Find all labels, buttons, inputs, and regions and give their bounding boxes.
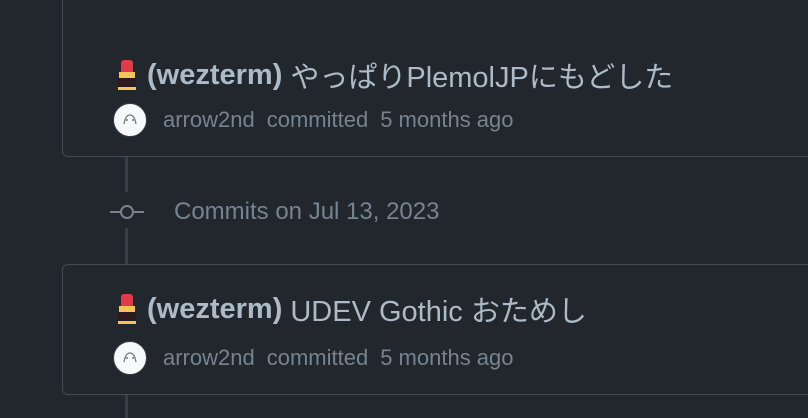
avatar[interactable] — [113, 103, 147, 137]
timeline-line-segment — [125, 228, 128, 264]
commit-time: 5 months ago — [380, 345, 514, 370]
group-label: Commits on Jul 13, 2023 — [174, 198, 440, 225]
user-avatar-icon — [118, 108, 142, 132]
commit-meta: arrow2nd committed 5 months ago — [113, 103, 514, 137]
commit-title-prefix: (wezterm) — [147, 58, 283, 91]
lipstick-icon — [115, 292, 139, 326]
avatar[interactable] — [113, 341, 147, 375]
timeline-line-segment — [125, 157, 128, 192]
commit-message: UDEV Gothic おためし — [290, 296, 587, 328]
commit-meta: arrow2nd committed 5 months ago — [113, 341, 514, 375]
commit-group-header: Commits on Jul 13, 2023 — [110, 195, 439, 229]
commit-action: committed — [266, 345, 369, 370]
commit-title[interactable]: (wezterm) やっぱりPlemolJPにもどした — [115, 54, 673, 96]
commit-time: 5 months ago — [380, 107, 514, 132]
git-commit-icon — [110, 195, 144, 229]
user-avatar-icon — [118, 346, 142, 370]
commit-message: やっぱりPlemolJPにもどした — [290, 62, 674, 94]
commit-author[interactable]: arrow2nd — [163, 107, 255, 133]
timeline-line-segment — [125, 395, 128, 418]
lipstick-icon — [115, 58, 139, 92]
commit-title[interactable]: (wezterm) UDEV Gothic おためし — [115, 288, 587, 330]
commit-card: (wezterm) やっぱりPlemolJPにもどした arrow2nd com… — [62, 0, 808, 157]
commit-title-prefix: (wezterm) — [147, 292, 283, 325]
commit-action: committed — [266, 107, 369, 132]
commit-author[interactable]: arrow2nd — [163, 345, 255, 371]
commit-card: (wezterm) UDEV Gothic おためし arrow2nd comm… — [62, 264, 808, 395]
